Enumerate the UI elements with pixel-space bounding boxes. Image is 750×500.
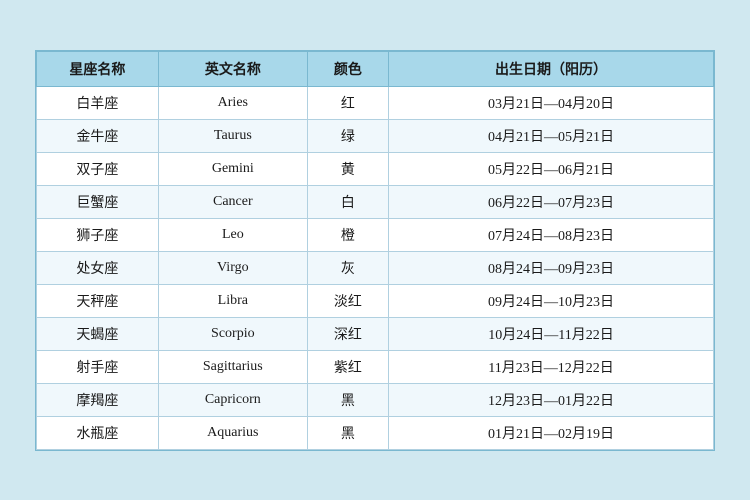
cell-date: 12月23日—01月22日: [389, 383, 714, 416]
cell-date: 06月22日—07月23日: [389, 185, 714, 218]
table-row: 巨蟹座Cancer白06月22日—07月23日: [37, 185, 714, 218]
cell-chinese: 摩羯座: [37, 383, 159, 416]
cell-chinese: 水瓶座: [37, 416, 159, 449]
cell-color: 灰: [307, 251, 388, 284]
zodiac-table: 星座名称 英文名称 颜色 出生日期（阳历） 白羊座Aries红03月21日—04…: [36, 51, 714, 450]
cell-date: 03月21日—04月20日: [389, 86, 714, 119]
table-row: 天秤座Libra淡红09月24日—10月23日: [37, 284, 714, 317]
header-chinese: 星座名称: [37, 51, 159, 86]
table-row: 天蝎座Scorpio深红10月24日—11月22日: [37, 317, 714, 350]
table-header-row: 星座名称 英文名称 颜色 出生日期（阳历）: [37, 51, 714, 86]
zodiac-table-container: 星座名称 英文名称 颜色 出生日期（阳历） 白羊座Aries红03月21日—04…: [35, 50, 715, 451]
table-row: 金牛座Taurus绿04月21日—05月21日: [37, 119, 714, 152]
cell-chinese: 金牛座: [37, 119, 159, 152]
cell-color: 黑: [307, 383, 388, 416]
cell-chinese: 双子座: [37, 152, 159, 185]
header-color: 颜色: [307, 51, 388, 86]
table-row: 处女座Virgo灰08月24日—09月23日: [37, 251, 714, 284]
cell-english: Virgo: [158, 251, 307, 284]
cell-date: 08月24日—09月23日: [389, 251, 714, 284]
cell-date: 11月23日—12月22日: [389, 350, 714, 383]
table-row: 狮子座Leo橙07月24日—08月23日: [37, 218, 714, 251]
cell-chinese: 射手座: [37, 350, 159, 383]
cell-color: 白: [307, 185, 388, 218]
cell-chinese: 处女座: [37, 251, 159, 284]
cell-english: Scorpio: [158, 317, 307, 350]
cell-date: 07月24日—08月23日: [389, 218, 714, 251]
cell-chinese: 天蝎座: [37, 317, 159, 350]
table-row: 双子座Gemini黄05月22日—06月21日: [37, 152, 714, 185]
cell-english: Gemini: [158, 152, 307, 185]
cell-chinese: 狮子座: [37, 218, 159, 251]
table-row: 白羊座Aries红03月21日—04月20日: [37, 86, 714, 119]
cell-date: 01月21日—02月19日: [389, 416, 714, 449]
cell-english: Taurus: [158, 119, 307, 152]
cell-chinese: 巨蟹座: [37, 185, 159, 218]
cell-date: 09月24日—10月23日: [389, 284, 714, 317]
cell-english: Cancer: [158, 185, 307, 218]
cell-english: Aquarius: [158, 416, 307, 449]
cell-chinese: 天秤座: [37, 284, 159, 317]
cell-color: 淡红: [307, 284, 388, 317]
cell-english: Leo: [158, 218, 307, 251]
cell-color: 红: [307, 86, 388, 119]
table-row: 摩羯座Capricorn黑12月23日—01月22日: [37, 383, 714, 416]
table-body: 白羊座Aries红03月21日—04月20日金牛座Taurus绿04月21日—0…: [37, 86, 714, 449]
cell-english: Capricorn: [158, 383, 307, 416]
cell-english: Sagittarius: [158, 350, 307, 383]
cell-color: 深红: [307, 317, 388, 350]
table-row: 水瓶座Aquarius黑01月21日—02月19日: [37, 416, 714, 449]
cell-english: Libra: [158, 284, 307, 317]
cell-date: 10月24日—11月22日: [389, 317, 714, 350]
header-english: 英文名称: [158, 51, 307, 86]
cell-color: 紫红: [307, 350, 388, 383]
table-row: 射手座Sagittarius紫红11月23日—12月22日: [37, 350, 714, 383]
cell-date: 05月22日—06月21日: [389, 152, 714, 185]
cell-chinese: 白羊座: [37, 86, 159, 119]
cell-color: 橙: [307, 218, 388, 251]
cell-english: Aries: [158, 86, 307, 119]
cell-date: 04月21日—05月21日: [389, 119, 714, 152]
cell-color: 绿: [307, 119, 388, 152]
cell-color: 黑: [307, 416, 388, 449]
cell-color: 黄: [307, 152, 388, 185]
header-date: 出生日期（阳历）: [389, 51, 714, 86]
